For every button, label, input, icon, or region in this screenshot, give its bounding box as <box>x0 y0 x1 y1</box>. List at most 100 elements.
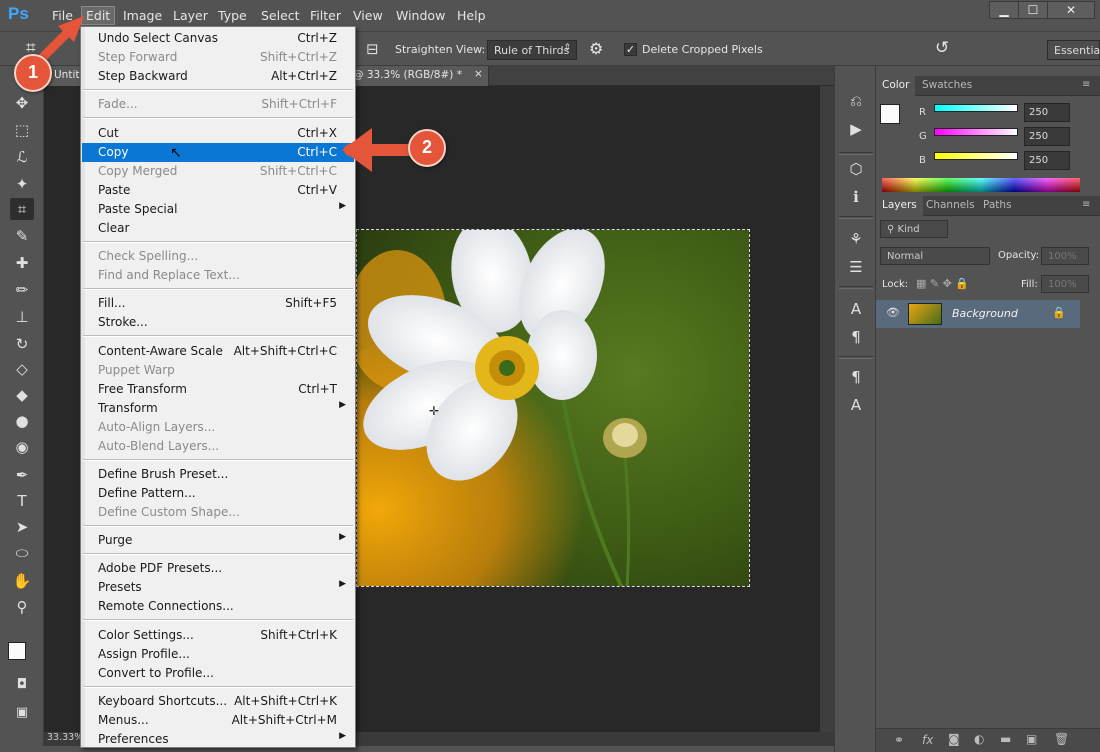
tab-close-icon[interactable]: × <box>474 68 483 80</box>
menu-item-color-settings[interactable]: Color Settings... Shift+Ctrl+K <box>82 626 354 645</box>
tab-paths[interactable]: Paths <box>977 196 1018 216</box>
menu-item-step-backward[interactable]: Step Backward Alt+Ctrl+Z <box>82 67 354 86</box>
menu-item-adobe-pdf-presets[interactable]: Adobe PDF Presets... <box>82 559 354 578</box>
menu-item-step-forward[interactable]: Step Forward Shift+Ctrl+Z <box>82 48 354 67</box>
move-tool-icon[interactable]: ✥ <box>10 92 34 114</box>
straighten-icon[interactable]: ⊟ <box>366 40 379 58</box>
tab-color[interactable]: Color <box>876 76 916 96</box>
menu-help[interactable]: Help <box>457 8 486 23</box>
layer-mask-icon[interactable]: ◙ <box>948 732 960 746</box>
zoom-level[interactable]: 33.33% <box>47 732 83 743</box>
dodge-tool-icon[interactable]: ◉ <box>10 436 34 458</box>
character-icon[interactable]: A <box>843 298 869 320</box>
gear-icon[interactable]: ⚙ <box>589 39 603 58</box>
history-brush-tool-icon[interactable]: ↻ <box>10 333 34 355</box>
workspace-switcher[interactable]: Essential <box>1047 40 1100 60</box>
adjustment-layer-icon[interactable]: ◐ <box>974 732 984 746</box>
panel-menu-icon[interactable]: ≡ <box>1076 76 1096 96</box>
layers-panel-menu-icon[interactable]: ≡ <box>1076 196 1096 216</box>
zoom-tool-icon[interactable]: ⚲ <box>10 596 34 618</box>
menu-item-paste-special[interactable]: Paste Special ▶ <box>82 200 354 219</box>
menu-item-menus[interactable]: Menus... Alt+Shift+Ctrl+M <box>82 711 354 730</box>
eyedropper-tool-icon[interactable]: ✎ <box>10 225 34 247</box>
straighten-button[interactable]: Straighten <box>395 43 453 56</box>
layer-row-background[interactable]: 👁 Background 🔒 <box>876 300 1080 328</box>
healing-brush-tool-icon[interactable]: ✚ <box>10 252 34 274</box>
new-layer-icon[interactable]: ▣ <box>1026 732 1037 746</box>
tab-swatches[interactable]: Swatches <box>916 76 978 96</box>
opacity-input[interactable]: 100% <box>1041 247 1089 265</box>
3d-icon[interactable]: ⬡ <box>843 158 869 180</box>
color-fg-swatch[interactable] <box>880 104 900 124</box>
history-icon[interactable]: ⎌ <box>843 90 869 112</box>
menu-item-remote-connections[interactable]: Remote Connections... <box>82 597 354 616</box>
channel-g-slider[interactable] <box>934 128 1018 136</box>
menu-item-transform[interactable]: Transform ▶ <box>82 399 354 418</box>
menu-item-keyboard-shortcuts[interactable]: Keyboard Shortcuts... Alt+Shift+Ctrl+K <box>82 692 354 711</box>
fill-input[interactable]: 100% <box>1041 275 1089 293</box>
channel-b-input[interactable]: 250 <box>1024 151 1070 170</box>
trash-icon[interactable]: 🗑 <box>1054 732 1069 746</box>
menu-edit[interactable]: Edit <box>81 6 116 25</box>
close-button[interactable]: ✕ <box>1047 1 1095 19</box>
lasso-tool-icon[interactable]: ℒ <box>10 146 34 168</box>
menu-item-undo-select-canvas[interactable]: Undo Select Canvas Ctrl+Z <box>82 29 354 48</box>
maximize-button[interactable]: ☐ <box>1018 1 1048 19</box>
eraser-tool-icon[interactable]: ◇ <box>10 358 34 380</box>
crop-tool-icon[interactable]: ⌗ <box>10 198 34 220</box>
clone-stamp-tool-icon[interactable]: ⊥ <box>10 306 34 328</box>
menu-item-free-transform[interactable]: Free Transform Ctrl+T <box>82 380 354 399</box>
minimize-button[interactable]: ▁ <box>989 1 1019 19</box>
menu-select[interactable]: Select <box>261 8 300 23</box>
delete-cropped-checkbox[interactable]: ✓ <box>624 43 637 56</box>
channel-b-slider[interactable] <box>934 152 1018 160</box>
menu-image[interactable]: Image <box>123 8 162 23</box>
menu-file[interactable]: File <box>52 8 73 23</box>
blend-mode-select[interactable]: Normal <box>880 247 990 265</box>
menu-item-find-and-replace-text[interactable]: Find and Replace Text... <box>82 266 354 285</box>
menu-item-check-spelling[interactable]: Check Spelling... <box>82 247 354 266</box>
foreground-color-swatch[interactable] <box>8 642 26 660</box>
menu-item-define-pattern[interactable]: Define Pattern... <box>82 484 354 503</box>
brush-tool-icon[interactable]: ✏ <box>10 279 34 301</box>
ellipse-tool-icon[interactable]: ⬭ <box>10 542 34 564</box>
paint-bucket-tool-icon[interactable]: ◆ <box>10 384 34 406</box>
paragraph-icon[interactable]: ¶ <box>843 326 869 348</box>
menu-item-define-brush-preset[interactable]: Define Brush Preset... <box>82 465 354 484</box>
menu-layer[interactable]: Layer <box>173 8 208 23</box>
channel-r-input[interactable]: 250 <box>1024 103 1070 122</box>
menu-item-copy[interactable]: Copy Ctrl+C ↖ <box>82 142 354 162</box>
spectrum-ramp[interactable] <box>882 178 1080 192</box>
menu-item-define-custom-shape[interactable]: Define Custom Shape... <box>82 503 354 522</box>
reset-icon[interactable]: ↺ <box>935 38 949 58</box>
canvas-vertical-scrollbar[interactable] <box>820 86 834 732</box>
screen-mode-icon[interactable]: ▣ <box>10 702 34 724</box>
eye-icon[interactable]: 👁 <box>886 306 900 319</box>
menu-item-assign-profile[interactable]: Assign Profile... <box>82 645 354 664</box>
menu-item-copy-merged[interactable]: Copy Merged Shift+Ctrl+C <box>82 162 354 181</box>
menu-type[interactable]: Type <box>218 8 247 23</box>
link-layers-icon[interactable]: ⚭ <box>894 733 904 747</box>
channel-r-slider[interactable] <box>934 104 1018 112</box>
layer-name[interactable]: Background <box>952 307 1018 320</box>
menu-item-clear[interactable]: Clear <box>82 219 354 238</box>
info-icon[interactable]: ℹ <box>843 186 869 208</box>
menu-item-stroke[interactable]: Stroke... <box>82 313 354 332</box>
tab-layers[interactable]: Layers <box>876 196 923 216</box>
blur-tool-icon[interactable]: ● <box>10 410 34 432</box>
pen-tool-icon[interactable]: ✒ <box>10 464 34 486</box>
menu-item-cut[interactable]: Cut Ctrl+X <box>82 124 354 143</box>
adjustments-icon[interactable]: ☰ <box>843 256 869 278</box>
menu-item-fade[interactable]: Fade... Shift+Ctrl+F <box>82 95 354 114</box>
paragraph-styles-icon[interactable]: ¶ <box>843 366 869 388</box>
menu-item-fill[interactable]: Fill... Shift+F5 <box>82 294 354 313</box>
path-selection-tool-icon[interactable]: ➤ <box>10 516 34 538</box>
lock-icons[interactable]: ▦ ✎ ✥ 🔒 <box>916 277 969 290</box>
hand-tool-icon[interactable]: ✋ <box>10 570 34 592</box>
channel-g-input[interactable]: 250 <box>1024 127 1070 146</box>
menu-item-puppet-warp[interactable]: Puppet Warp <box>82 361 354 380</box>
menu-item-content-aware-scale[interactable]: Content-Aware Scale Alt+Shift+Ctrl+C <box>82 342 354 361</box>
marquee-tool-icon[interactable]: ⬚ <box>10 119 34 141</box>
document-image[interactable]: ✛ <box>356 229 750 587</box>
brush-settings-icon[interactable]: ⚘ <box>843 228 869 250</box>
